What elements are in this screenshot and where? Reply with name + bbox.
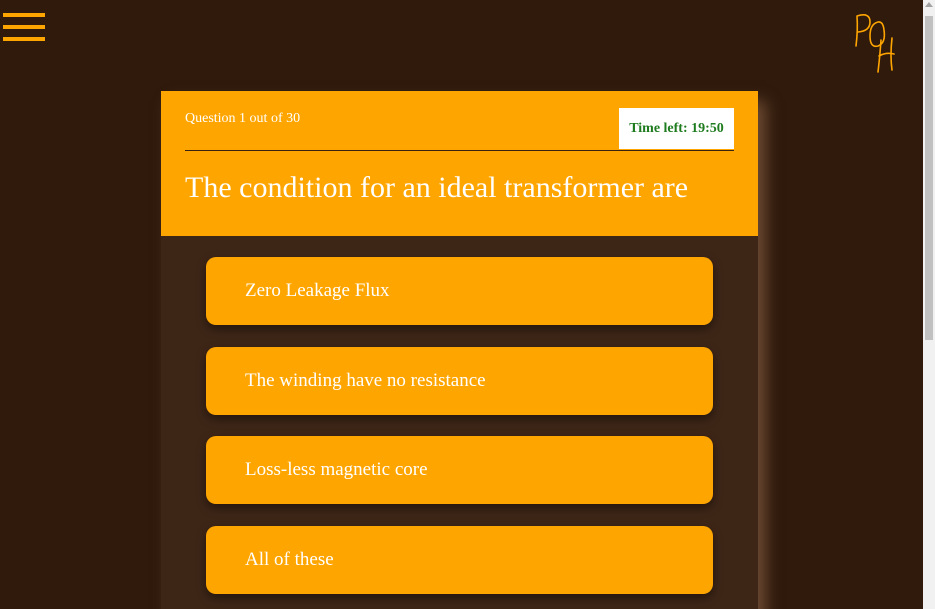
answer-option-4[interactable]: All of these [206, 526, 713, 594]
answer-option-3[interactable]: Loss-less magnetic core [206, 436, 713, 504]
quiz-card: Question 1 out of 30 Time left: 19:50 Th… [161, 91, 758, 609]
hamburger-menu-icon[interactable] [3, 13, 45, 43]
question-progress-label: Question 1 out of 30 [185, 111, 301, 126]
time-left-badge: Time left: 19:50 [619, 108, 734, 149]
quiz-page: Question 1 out of 30 Time left: 19:50 Th… [0, 0, 935, 609]
answer-option-1[interactable]: Zero Leakage Flux [206, 257, 713, 325]
logo [855, 14, 895, 73]
scroll-up-arrow-icon[interactable] [925, 2, 933, 7]
answer-option-2[interactable]: The winding have no resistance [206, 347, 713, 415]
vertical-scrollbar[interactable] [923, 0, 935, 609]
quiz-header: Question 1 out of 30 Time left: 19:50 Th… [161, 91, 758, 236]
scrollbar-thumb[interactable] [925, 16, 933, 340]
question-text: The condition for an ideal transformer a… [185, 171, 689, 204]
header-divider [185, 150, 734, 151]
